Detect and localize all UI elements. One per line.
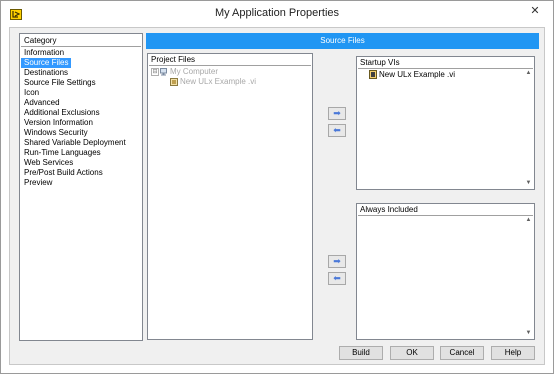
build-button[interactable]: Build [339, 346, 383, 360]
always-included-panel: Always Included ▲ ▼ [356, 203, 535, 340]
tree-item-vi[interactable]: New ULx Example .vi [151, 77, 310, 87]
arrow-left-icon: ⬅ [333, 273, 341, 283]
divider [358, 68, 533, 69]
project-files-panel: Project Files ⊟ My Computer New ULx Exam… [147, 53, 313, 340]
startup-vis-label: Startup VIs [360, 58, 400, 67]
help-button[interactable]: Help [491, 346, 535, 360]
scroll-down-icon[interactable]: ▼ [525, 330, 532, 337]
category-item-icon[interactable]: Icon [21, 88, 141, 98]
tree-item-label: My Computer [170, 67, 219, 76]
project-files-tree: ⊟ My Computer New ULx Example .vi [151, 67, 310, 87]
tree-item-label: New ULx Example .vi [180, 77, 257, 86]
category-item-information[interactable]: Information [21, 48, 141, 58]
remove-from-startup-button[interactable]: ⬅ [328, 124, 346, 137]
category-item-preview[interactable]: Preview [21, 178, 141, 188]
vi-file-icon [369, 70, 377, 79]
collapse-icon[interactable]: ⊟ [151, 68, 159, 76]
startup-vis-list: New ULx Example .vi [360, 70, 532, 80]
scroll-up-icon[interactable]: ▲ [525, 217, 532, 224]
category-item-additional-exclusions[interactable]: Additional Exclusions [21, 108, 141, 118]
computer-icon [160, 68, 167, 76]
category-panel: Category Information Source Files Destinat… [19, 33, 143, 341]
category-item-windows-security[interactable]: Windows Security [21, 128, 141, 138]
list-item[interactable]: New ULx Example .vi [360, 70, 532, 80]
project-files-label: Project Files [151, 55, 196, 64]
remove-from-always-included-button[interactable]: ⬅ [328, 272, 346, 285]
cancel-button[interactable]: Cancel [440, 346, 484, 360]
divider [149, 65, 311, 66]
category-item-web-services[interactable]: Web Services [21, 158, 141, 168]
window-title: My Application Properties [214, 7, 340, 19]
list-item-label: New ULx Example .vi [379, 70, 456, 79]
arrow-right-icon: ➡ [333, 108, 341, 118]
properties-window: My Application Properties ✕ Category Inf… [0, 0, 554, 374]
category-item-destinations[interactable]: Destinations [21, 68, 141, 78]
vi-file-icon [170, 78, 178, 86]
arrow-left-icon: ⬅ [333, 125, 341, 135]
dialog-body: Category Information Source Files Destinat… [9, 27, 545, 365]
category-item-version-information[interactable]: Version Information [21, 118, 141, 128]
always-included-label: Always Included [360, 205, 418, 214]
divider [358, 215, 533, 216]
scroll-up-icon[interactable]: ▲ [525, 70, 532, 77]
scroll-down-icon[interactable]: ▼ [525, 180, 532, 187]
category-item-advanced[interactable]: Advanced [21, 98, 141, 108]
arrow-right-icon: ➡ [333, 256, 341, 266]
add-to-startup-button[interactable]: ➡ [328, 107, 346, 120]
close-icon[interactable]: ✕ [521, 2, 549, 20]
title-bar[interactable]: My Application Properties ✕ [1, 1, 553, 25]
tree-item-my-computer[interactable]: ⊟ My Computer [151, 67, 310, 77]
category-list: Information Source Files Destinations Sourc… [21, 48, 141, 188]
category-item-source-files[interactable]: Source Files [21, 58, 71, 68]
category-header: Category [21, 35, 141, 47]
section-title: Source Files [146, 33, 539, 49]
category-item-shared-variable-deployment[interactable]: Shared Variable Deployment [21, 138, 141, 148]
category-item-source-file-settings[interactable]: Source File Settings [21, 78, 141, 88]
category-item-pre-post-build-actions[interactable]: Pre/Post Build Actions [21, 168, 141, 178]
add-to-always-included-button[interactable]: ➡ [328, 255, 346, 268]
startup-vis-panel: Startup VIs New ULx Example .vi ▲ ▼ [356, 56, 535, 190]
ok-button[interactable]: OK [390, 346, 434, 360]
category-item-run-time-languages[interactable]: Run-Time Languages [21, 148, 141, 158]
